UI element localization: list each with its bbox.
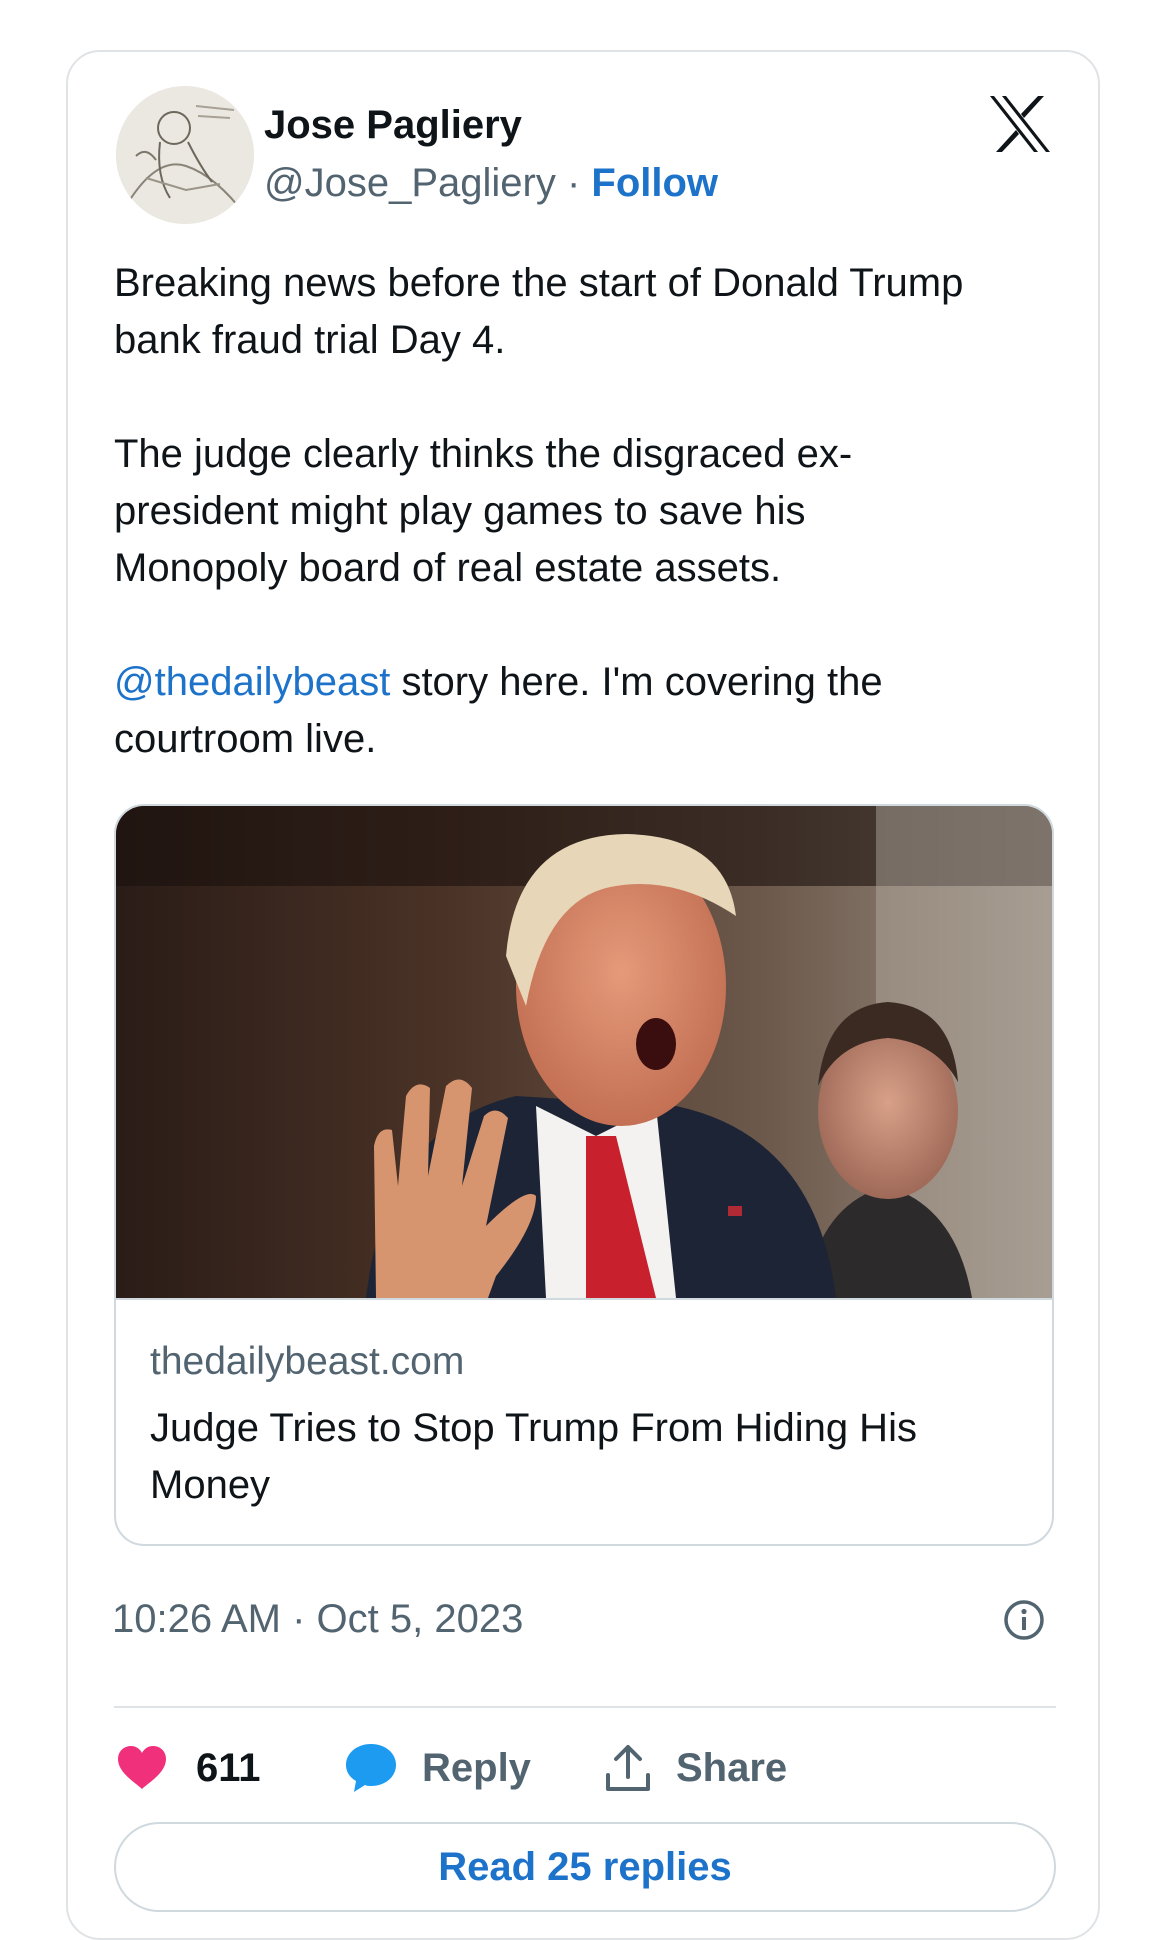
tweet-paragraph-2-line-2: president might play games to save his [114, 489, 806, 533]
like-count: 611 [196, 1746, 261, 1790]
mention-link[interactable]: @thedailybeast [114, 660, 390, 704]
tweet-text: Breaking news before the start of Donald… [114, 255, 1054, 768]
x-logo-icon[interactable] [988, 94, 1052, 154]
like-button[interactable]: 611 [116, 1738, 261, 1798]
follow-button[interactable]: Follow [591, 161, 718, 205]
reply-button[interactable]: Reply [344, 1738, 531, 1798]
link-title: Judge Tries to Stop Trump From Hiding Hi… [150, 1406, 917, 1507]
avatar-sketch-image [116, 86, 254, 224]
tweet-embed-card: Jose Pagliery @Jose_Pagliery · Follow Br… [66, 50, 1100, 1940]
tweet-paragraph-2-line-3: Monopoly board of real estate assets. [114, 546, 782, 590]
author-name[interactable]: Jose Pagliery [264, 98, 522, 152]
author-handle[interactable]: @Jose_Pagliery [264, 161, 556, 205]
tweet-paragraph-1: Breaking news before the start of Donald… [114, 261, 964, 362]
divider [114, 1706, 1056, 1708]
link-preview-image [116, 806, 1052, 1298]
link-preview-card[interactable]: thedailybeast.com Judge Tries to Stop Tr… [114, 804, 1054, 1546]
info-icon[interactable] [1002, 1598, 1046, 1642]
share-upload-icon [604, 1743, 652, 1793]
handle-separator: · [555, 161, 592, 205]
link-domain: thedailybeast.com [150, 1340, 465, 1383]
read-replies-button[interactable]: Read 25 replies [114, 1822, 1056, 1912]
author-handle-line: @Jose_Pagliery · Follow [264, 156, 718, 210]
avatar[interactable] [116, 86, 254, 224]
share-label: Share [676, 1746, 788, 1790]
link-preview-meta: thedailybeast.com Judge Tries to Stop Tr… [116, 1298, 1052, 1544]
speech-bubble-icon [344, 1742, 398, 1794]
heart-icon [116, 1745, 168, 1791]
tweet-paragraph-3: @thedailybeast story here. I'm covering … [114, 654, 1054, 768]
tweet-timestamp[interactable]: 10:26 AM · Oct 5, 2023 [112, 1592, 523, 1646]
share-button[interactable]: Share [604, 1738, 787, 1798]
tweet-paragraph-2-line-1: The judge clearly thinks the disgraced e… [114, 432, 853, 476]
reply-label: Reply [422, 1746, 531, 1790]
